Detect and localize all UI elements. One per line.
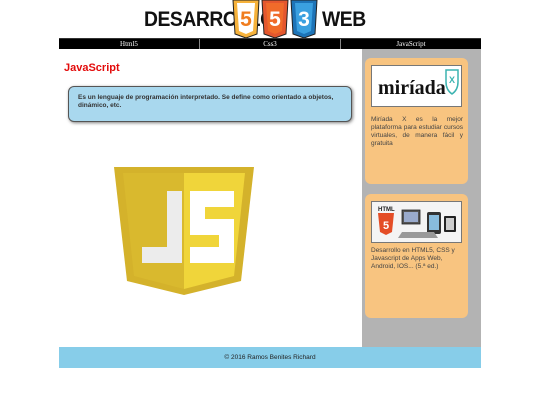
description-box: Es un lenguaje de programación interpret… xyxy=(68,86,352,122)
html5-book-image: HTML 5 xyxy=(372,202,461,242)
nav-item-label: Css3 xyxy=(263,40,277,48)
logo-text-right: WEB xyxy=(322,8,366,31)
badge-html5-number: 5 xyxy=(240,8,252,31)
css3-shield-logo: 5 xyxy=(261,0,289,38)
footer-copyright: © 2016 Ramos Benites Richard xyxy=(224,354,316,361)
js-shield-logo: 3 xyxy=(290,0,318,38)
miriada-logo: miríada X xyxy=(378,69,459,99)
book-image-link[interactable]: HTML 5 xyxy=(371,201,462,243)
nav-item-label: JavaScript xyxy=(396,40,426,48)
html5-shield-logo: 5 xyxy=(232,0,260,38)
badge-css3-number: 5 xyxy=(269,8,281,31)
javascript-logo: JS xyxy=(114,167,254,295)
main-content: JavaScript Es un lenguaje de programació… xyxy=(59,49,362,347)
badge-js-number: 3 xyxy=(298,8,310,31)
miriada-description: Miríada X es la mejor plataforma para es… xyxy=(371,116,463,147)
sidebar: miríada X Miríada X es la mejor platafor… xyxy=(362,49,481,347)
miriada-badge: X xyxy=(449,75,455,85)
book-html5-badge: 5 xyxy=(383,220,389,232)
header: DESARROLLO 5 5 3 WEB xyxy=(0,0,540,38)
sidebar-card-book: HTML 5 Desarrollo en HTML5, CSS y Javasc… xyxy=(365,194,468,318)
miriada-logo-link[interactable]: miríada X xyxy=(371,65,462,107)
sidebar-card-miriada: miríada X Miríada X es la mejor platafor… xyxy=(365,58,468,184)
page-title: JavaScript xyxy=(64,62,120,74)
miriada-logo-text: miríada xyxy=(378,77,446,99)
footer: © 2016 Ramos Benites Richard xyxy=(59,347,481,368)
nav-item-label: Html5 xyxy=(120,40,138,48)
description-text: Es un lenguaje de programación interpret… xyxy=(78,94,334,109)
book-description: Desarrollo en HTML5, CSS y Javascript de… xyxy=(371,247,455,270)
book-html-label: HTML xyxy=(378,207,395,213)
